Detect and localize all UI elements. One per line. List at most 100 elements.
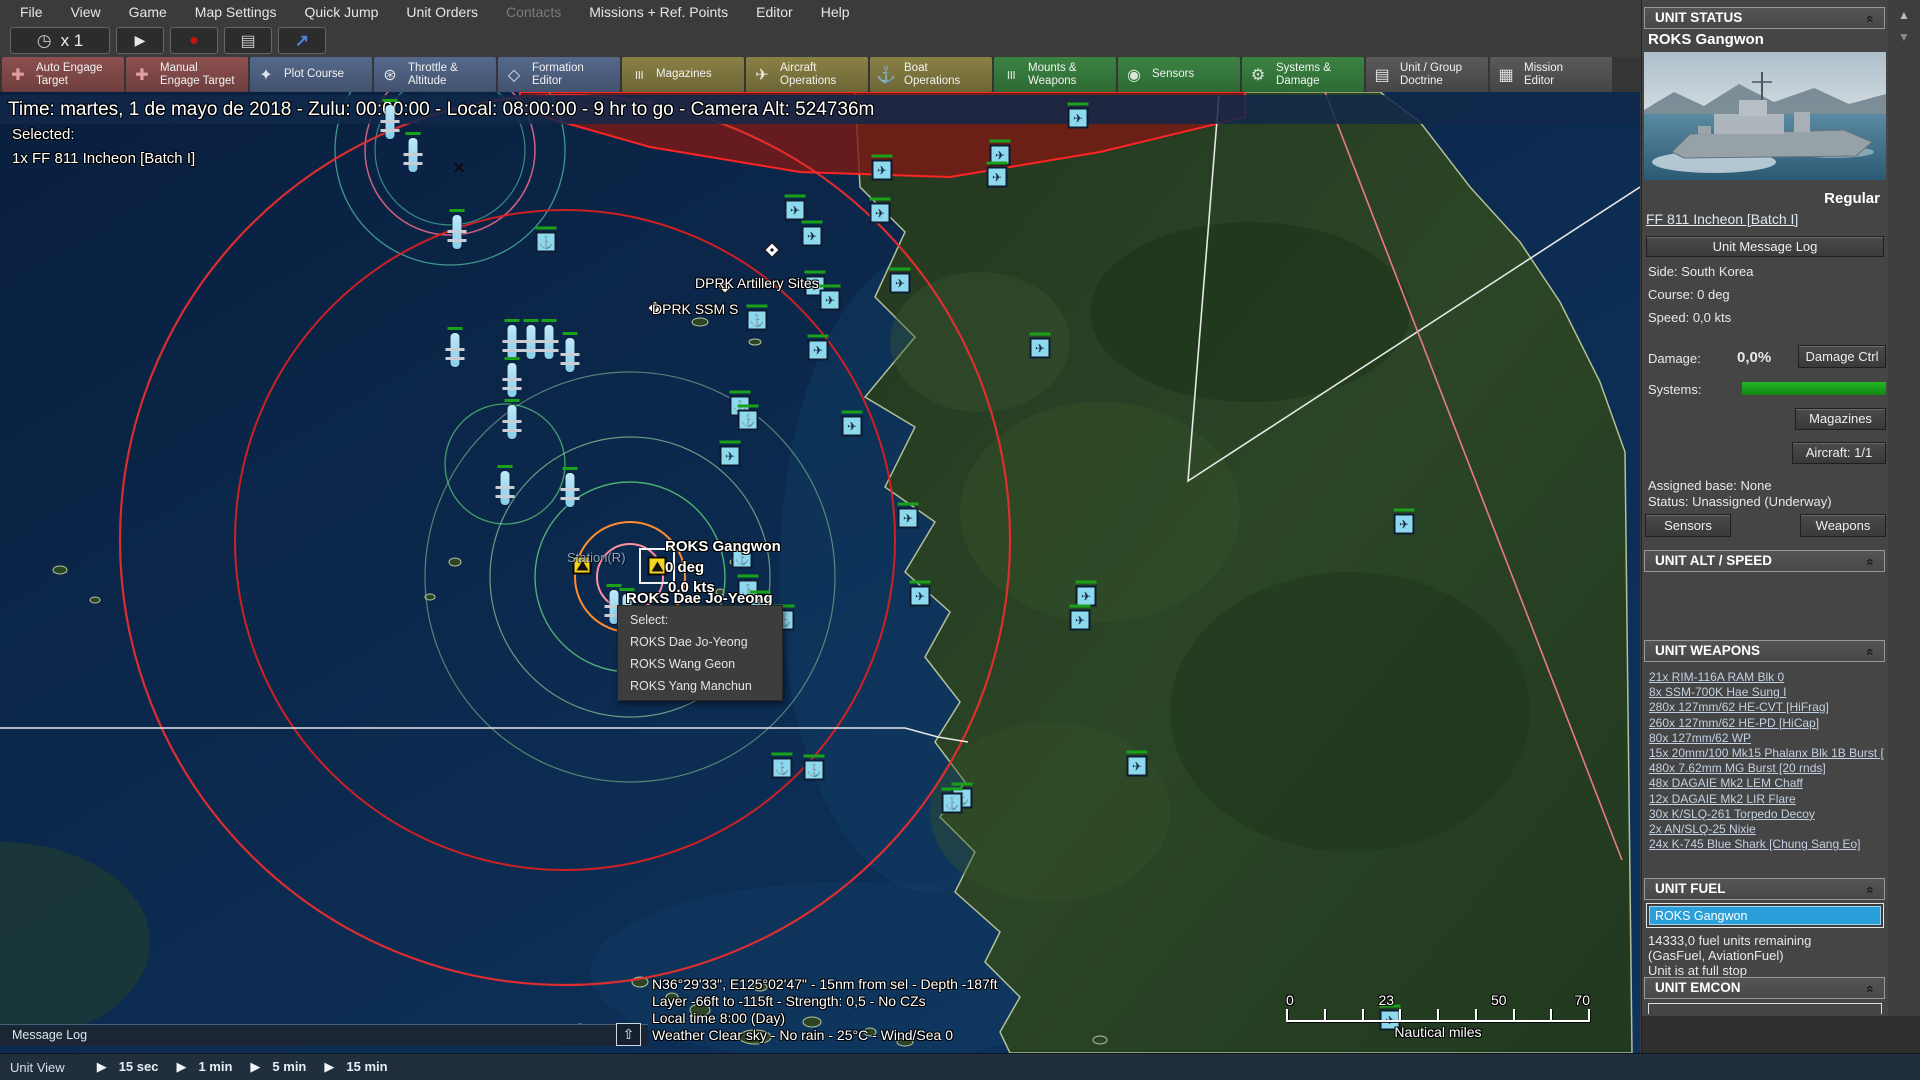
weapon-link-480x-7-62mm-mg-burst-20-rnds[interactable]: 480x 7.62mm MG Burst [20 rnds] — [1649, 761, 1887, 776]
context-menu-item-roks-yang-manchun[interactable]: ROKS Yang Manchun — [618, 675, 782, 697]
throttle-altitude-button[interactable]: ⊛ Throttle & Altitude — [374, 57, 496, 92]
tactical-map[interactable]: Time: martes, 1 de mayo de 2018 - Zulu: … — [0, 92, 1640, 1053]
unit-alt-speed-header[interactable]: UNIT ALT / SPEED « — [1644, 550, 1885, 572]
surface-contact-icon[interactable]: ⚓ — [737, 404, 759, 431]
air-contact-icon[interactable]: ✈ — [1067, 102, 1089, 129]
play-step-icon[interactable]: ▶ — [324, 1059, 334, 1074]
weapons-button[interactable]: Weapons — [1800, 514, 1886, 537]
unit-emcon-header[interactable]: UNIT EMCON « — [1644, 977, 1885, 999]
friendly-ship-icon[interactable] — [445, 327, 465, 367]
quick-jump-button[interactable]: ↗ — [278, 27, 326, 54]
weapon-link-8x-ssm-700k-hae-sung-i[interactable]: 8x SSM-700K Hae Sung I — [1649, 685, 1887, 700]
collapse-icon[interactable]: « — [1861, 15, 1881, 23]
air-contact-icon[interactable]: ✈ — [807, 334, 829, 361]
menu-editor[interactable]: Editor — [742, 4, 807, 20]
surface-contact-icon[interactable]: ⚓ — [771, 752, 793, 779]
play-button[interactable]: ▶ — [116, 27, 164, 54]
message-log-bar[interactable]: Message Log — [0, 1024, 648, 1046]
context-menu-item-roks-wang-geon[interactable]: ROKS Wang Geon — [618, 653, 782, 675]
interval-1-min-button[interactable]: 1 min — [198, 1059, 232, 1074]
menu-quick-jump[interactable]: Quick Jump — [291, 4, 393, 20]
friendly-ship-icon[interactable] — [495, 465, 515, 505]
magazines-button[interactable]: Magazines — [1795, 408, 1886, 430]
menu-contacts[interactable]: Contacts — [492, 4, 575, 20]
plot-course-button[interactable]: ✦ Plot Course — [250, 57, 372, 92]
friendly-ship-icon[interactable] — [521, 319, 541, 359]
air-contact-icon[interactable]: ✈ — [1029, 332, 1051, 359]
time-compression-button[interactable]: ◷ x 1 — [10, 27, 110, 54]
scroll-up-icon[interactable]: ▲ — [1896, 8, 1912, 22]
menu-view[interactable]: View — [57, 4, 115, 20]
friendly-ship-icon[interactable] — [560, 467, 580, 507]
friendly-ship-icon[interactable] — [560, 332, 580, 372]
collapse-icon[interactable]: « — [1861, 648, 1881, 656]
magazines-button[interactable]: ≡ Magazines — [622, 57, 744, 92]
air-contact-icon[interactable]: ✈ — [871, 154, 893, 181]
surface-contact-icon[interactable]: ⚓ — [535, 226, 557, 253]
collapse-icon[interactable]: « — [1861, 886, 1881, 894]
manual-engage-target-button[interactable]: ✚ Manual Engage Target — [126, 57, 248, 92]
menu-help[interactable]: Help — [807, 4, 864, 20]
record-button[interactable]: ● — [170, 27, 218, 54]
air-contact-icon[interactable]: ✈ — [784, 194, 806, 221]
air-contact-icon[interactable]: ✈ — [719, 440, 741, 467]
unit-class-link[interactable]: FF 811 Incheon [Batch I] — [1646, 211, 1798, 227]
air-contact-icon[interactable]: ✈ — [897, 502, 919, 529]
unit-message-log-button[interactable]: Unit Message Log — [1646, 236, 1884, 257]
air-contact-icon[interactable]: ✈ — [819, 284, 841, 311]
weapon-link-280x-127mm-62-he-cvt-hifrag[interactable]: 280x 127mm/62 HE-CVT [HiFrag] — [1649, 700, 1887, 715]
play-step-icon[interactable]: ▶ — [176, 1059, 186, 1074]
sensors-button[interactable]: ◉ Sensors — [1118, 57, 1240, 92]
mounts-weapons-button[interactable]: ≡ Mounts & Weapons — [994, 57, 1116, 92]
menu-game[interactable]: Game — [115, 4, 181, 20]
friendly-ship-icon[interactable] — [502, 357, 522, 397]
air-contact-icon[interactable]: ✈ — [801, 220, 823, 247]
weapon-link-21x-rim-116a-ram-blk-0[interactable]: 21x RIM-116A RAM Blk 0 — [1649, 670, 1887, 685]
weapon-link-48x-dagaie-mk2-lem-chaff[interactable]: 48x DAGAIE Mk2 LEM Chaff — [1649, 776, 1887, 791]
map-layers-button[interactable]: ▤ — [224, 27, 272, 54]
menu-missions-ref-points[interactable]: Missions + Ref. Points — [575, 4, 742, 20]
air-contact-icon[interactable]: ✈ — [841, 410, 863, 437]
weapon-link-30x-k-slq-261-torpedo-decoy[interactable]: 30x K/SLQ-261 Torpedo Decoy — [1649, 807, 1887, 822]
play-step-icon[interactable]: ▶ — [250, 1059, 260, 1074]
aircraft-button[interactable]: Aircraft: 1/1 — [1792, 442, 1886, 464]
damage-ctrl-button[interactable]: Damage Ctrl — [1798, 345, 1886, 368]
weapon-link-260x-127mm-62-he-pd-hicap[interactable]: 260x 127mm/62 HE-PD [HiCap] — [1649, 716, 1887, 731]
interval-5-min-button[interactable]: 5 min — [272, 1059, 306, 1074]
friendly-ship-icon[interactable] — [447, 209, 467, 249]
air-contact-icon[interactable]: ✈ — [869, 197, 891, 224]
unit-group-doctrine-button[interactable]: ▤ Unit / Group Doctrine — [1366, 57, 1488, 92]
weapon-link-15x-20mm-100-mk15-phalanx-blk-1b-burst[interactable]: 15x 20mm/100 Mk15 Phalanx Blk 1B Burst [ — [1649, 746, 1887, 761]
expand-message-log-button[interactable]: ⇧ — [616, 1023, 641, 1046]
formation-editor-button[interactable]: ◇ Formation Editor — [498, 57, 620, 92]
auto-engage-target-button[interactable]: ✚ Auto Engage Target — [2, 57, 124, 92]
sensors-button[interactable]: Sensors — [1645, 514, 1731, 537]
air-contact-icon[interactable]: ✈ — [1069, 604, 1091, 631]
surface-contact-icon[interactable]: ⚓ — [746, 304, 768, 331]
context-menu-item-roks-dae-jo-yeong[interactable]: ROKS Dae Jo-Yeong — [618, 631, 782, 653]
fuel-selected-unit[interactable]: ROKS Gangwon — [1649, 906, 1881, 925]
weapon-link-2x-an-slq-25-nixie[interactable]: 2x AN/SLQ-25 Nixie — [1649, 822, 1887, 837]
interval-15-min-button[interactable]: 15 min — [346, 1059, 387, 1074]
weapon-link-12x-dagaie-mk2-lir-flare[interactable]: 12x DAGAIE Mk2 LIR Flare — [1649, 792, 1887, 807]
scroll-down-icon[interactable]: ▼ — [1896, 30, 1912, 44]
air-contact-icon[interactable]: ✈ — [889, 267, 911, 294]
weapon-link-24x-k-745-blue-shark-chung-sang-eo[interactable]: 24x K-745 Blue Shark [Chung Sang Eo] — [1649, 837, 1887, 852]
aircraft-operations-button[interactable]: ✈ Aircraft Operations — [746, 57, 868, 92]
collapse-icon[interactable]: « — [1861, 558, 1881, 566]
friendly-ship-icon[interactable] — [403, 132, 423, 172]
systems-damage-button[interactable]: ⚙ Systems & Damage — [1242, 57, 1364, 92]
collapse-icon[interactable]: « — [1861, 985, 1881, 993]
play-step-icon[interactable]: ▶ — [97, 1059, 107, 1074]
menu-file[interactable]: File — [6, 4, 57, 20]
weapon-link-80x-127mm-62-wp[interactable]: 80x 127mm/62 WP — [1649, 731, 1887, 746]
friendly-ship-icon[interactable] — [539, 319, 559, 359]
menu-unit-orders[interactable]: Unit Orders — [392, 4, 492, 20]
air-contact-icon[interactable]: ✈ — [909, 580, 931, 607]
surface-contact-icon[interactable]: ⚓ — [803, 754, 825, 781]
friendly-ship-icon[interactable] — [502, 319, 522, 359]
air-contact-icon[interactable]: ✈ — [1126, 750, 1148, 777]
unit-status-header[interactable]: UNIT STATUS « — [1644, 7, 1885, 29]
unit-weapons-header[interactable]: UNIT WEAPONS « — [1644, 640, 1885, 662]
unit-fuel-header[interactable]: UNIT FUEL « — [1644, 878, 1885, 900]
